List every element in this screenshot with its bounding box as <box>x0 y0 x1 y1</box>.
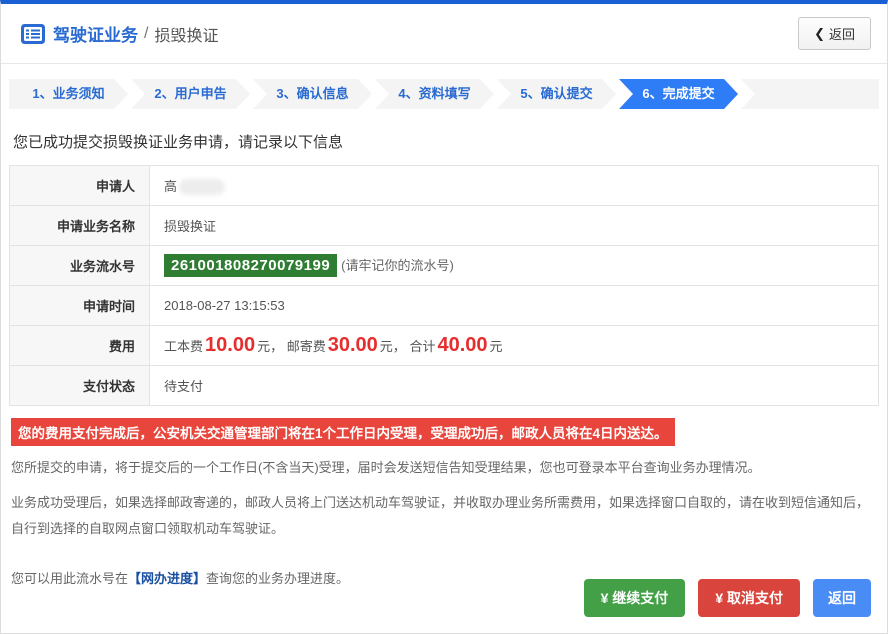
fee-item1-amount: 10.00 <box>205 334 256 356</box>
cancel-payment-button[interactable]: ¥ 取消支付 <box>698 579 800 617</box>
step-wizard: 1、业务须知 2、用户申告 3、确认信息 4、资料填写 5、确认提交 6、完成提… <box>9 79 879 109</box>
applicant-name-text: 高 <box>164 178 178 194</box>
fee-item1-unit: 元， <box>257 339 284 354</box>
table-row-time: 申请时间 2018-08-27 13:15:53 <box>9 285 879 326</box>
step-3-confirm-info: 3、确认信息 <box>253 79 372 109</box>
applicant-label: 申请人 <box>9 165 150 206</box>
step-6-complete-submit: 6、完成提交 <box>619 79 738 109</box>
back-top-label: 返回 <box>828 27 855 42</box>
step-5-confirm-submit: 5、确认提交 <box>497 79 616 109</box>
fee-total-amount: 40.00 <box>437 334 488 356</box>
serial-number-badge: 261001808270079199 <box>164 254 338 277</box>
back-top-button[interactable]: ❮ 返回 <box>798 17 871 50</box>
step-bar-filler <box>741 79 879 109</box>
service-label: 申请业务名称 <box>9 205 150 246</box>
fee-total-unit: 元 <box>489 339 503 354</box>
payment-notice-banner: 您的费用支付完成后，公安机关交通管理部门将在1个工作日内受理，受理成功后，邮政人… <box>11 418 675 446</box>
status-label: 支付状态 <box>9 365 150 406</box>
notice-paragraph-1: 您所提交的申请，将于提交后的一个工作日(不含当天)受理，届时会发送短信告知受理结… <box>11 460 761 475</box>
serial-value-cell: 261001808270079199 (请牢记你的流水号) <box>149 245 879 286</box>
table-row-status: 支付状态 待支付 <box>9 365 879 406</box>
main-content: 1、业务须知 2、用户申告 3、确认信息 4、资料填写 5、确认提交 6、完成提… <box>1 79 887 592</box>
list-document-icon <box>21 23 45 44</box>
fee-item2-amount: 30.00 <box>327 334 378 356</box>
success-message: 您已成功提交损毁换证业务申请，请记录以下信息 <box>13 134 344 151</box>
footer-actions: ¥ 继续支付 ¥ 取消支付 返回 <box>583 579 871 617</box>
step-1-notice: 1、业务须知 <box>9 79 128 109</box>
breadcrumb-current: 损毁换证 <box>154 27 219 45</box>
table-row-applicant: 申请人 高 <box>9 165 879 206</box>
service-value: 损毁换证 <box>149 205 879 246</box>
applicant-value: 高 <box>149 165 879 206</box>
header-bar: 驾驶证业务 / 损毁换证 ❮ 返回 <box>1 4 887 64</box>
status-value: 待支付 <box>149 365 879 406</box>
breadcrumb-category[interactable]: 驾驶证业务 <box>53 21 138 46</box>
continue-payment-button[interactable]: ¥ 继续支付 <box>583 579 686 617</box>
table-row-service: 申请业务名称 损毁换证 <box>9 205 879 246</box>
notice-paragraph-2: 业务成功受理后，如果选择邮政寄递的，邮政人员将上门送达机动车驾驶证，并收取办理业… <box>11 495 870 536</box>
fee-label: 费用 <box>9 325 150 366</box>
fee-total-name: 合计 <box>409 339 436 354</box>
application-info-table: 申请人 高 申请业务名称 损毁换证 业务流水号 2610018082700791… <box>9 165 879 406</box>
serial-label: 业务流水号 <box>9 245 150 286</box>
progress-text-prefix: 您可以用此流水号在 <box>11 571 129 586</box>
fee-item2-unit: 元， <box>379 339 406 354</box>
progress-link[interactable]: 【网办进度】 <box>128 571 206 586</box>
serial-note: (请牢记你的流水号) <box>341 258 454 273</box>
time-label: 申请时间 <box>9 285 150 326</box>
back-button[interactable]: 返回 <box>813 579 871 617</box>
fee-value-cell: 工本费 10.00 元， 邮寄费 30.00 元， 合计 40.00 元 <box>149 325 879 366</box>
chevron-left-icon: ❮ <box>814 25 825 41</box>
table-row-fee: 费用 工本费 10.00 元， 邮寄费 30.00 元， 合计 40.00 元 <box>9 325 879 366</box>
fee-item2-name: 邮寄费 <box>286 339 326 354</box>
fee-item1-name: 工本费 <box>164 339 204 354</box>
step-4-fill-data: 4、资料填写 <box>375 79 494 109</box>
time-value: 2018-08-27 13:15:53 <box>149 285 879 326</box>
breadcrumb-separator: / <box>144 24 149 42</box>
page-container: 驾驶证业务 / 损毁换证 ❮ 返回 1、业务须知 2、用户申告 3、确认信息 4… <box>0 0 888 634</box>
step-2-declaration: 2、用户申告 <box>131 79 250 109</box>
redacted-name-blur <box>179 179 226 196</box>
table-row-serial: 业务流水号 261001808270079199 (请牢记你的流水号) <box>9 245 879 286</box>
progress-text-suffix: 查询您的业务办理进度。 <box>206 571 350 586</box>
